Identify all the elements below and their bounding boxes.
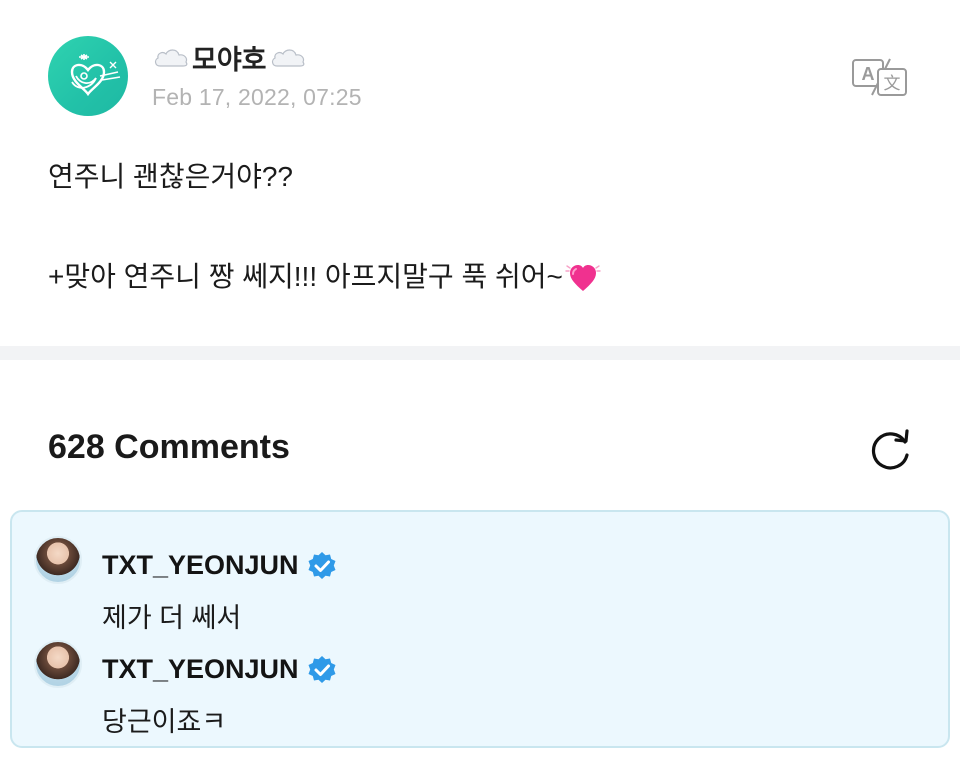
comments-count-title: 628 Comments [48, 428, 290, 466]
post-line-text: +맞아 연주니 짱 쎄지!!! 아프지말구 푹 쉬어~ [48, 261, 563, 292]
post-line: +맞아 연주니 짱 쎄지!!! 아프지말구 푹 쉬어~ [48, 252, 908, 302]
verified-badge-icon [308, 551, 336, 579]
post-date: Feb 17, 2022, 07:25 [152, 84, 362, 110]
commenter-avatar[interactable] [34, 640, 82, 688]
commenter-name-text: TXT_YEONJUN [102, 654, 299, 684]
commenter-name[interactable]: TXT_YEONJUN [102, 654, 337, 685]
section-divider [0, 346, 960, 360]
svg-text:文: 文 [884, 74, 901, 94]
author-avatar[interactable] [48, 36, 128, 116]
translate-icon: A 文 [852, 58, 907, 96]
post-line: 연주니 괜찮은거야?? [48, 161, 294, 192]
verified-badge-icon [308, 655, 336, 683]
commenter-avatar[interactable] [34, 536, 82, 584]
post-header: 모야호 Feb 17, 2022, 07:25 A 文 [0, 0, 960, 120]
comment-text: 제가 더 쎄서 [102, 603, 242, 633]
commenter-name[interactable]: TXT_YEONJUN [102, 550, 337, 581]
author-name-text: 모야호 [192, 44, 267, 75]
author-name[interactable]: 모야호 [152, 40, 307, 75]
cloud-icon [271, 49, 304, 67]
translate-button[interactable]: A 文 [850, 57, 910, 97]
heart-emoji-icon [565, 265, 601, 291]
logo-icon [70, 54, 121, 97]
svg-text:A: A [862, 64, 875, 84]
post-body: 연주니 괜찮은거야?? +맞아 연주니 짱 쎄지!!! 아프지말구 푹 쉬어~ [48, 152, 908, 302]
post-line-blank [48, 202, 908, 252]
comment-text: 당근이죠ㅋ [102, 707, 227, 737]
cloud-icon [154, 49, 188, 67]
refresh-button[interactable] [866, 425, 916, 475]
comment-item[interactable]: TXT_YEONJUN 제가 더 쎄서 [34, 536, 914, 636]
commenter-name-text: TXT_YEONJUN [102, 550, 299, 580]
refresh-icon [871, 429, 909, 470]
comment-item[interactable]: TXT_YEONJUN 당근이죠ㅋ [34, 640, 914, 740]
artist-comments-panel: TXT_YEONJUN 제가 더 쎄서 TXT_YEONJUN 당근이죠ㅋ [10, 510, 950, 748]
